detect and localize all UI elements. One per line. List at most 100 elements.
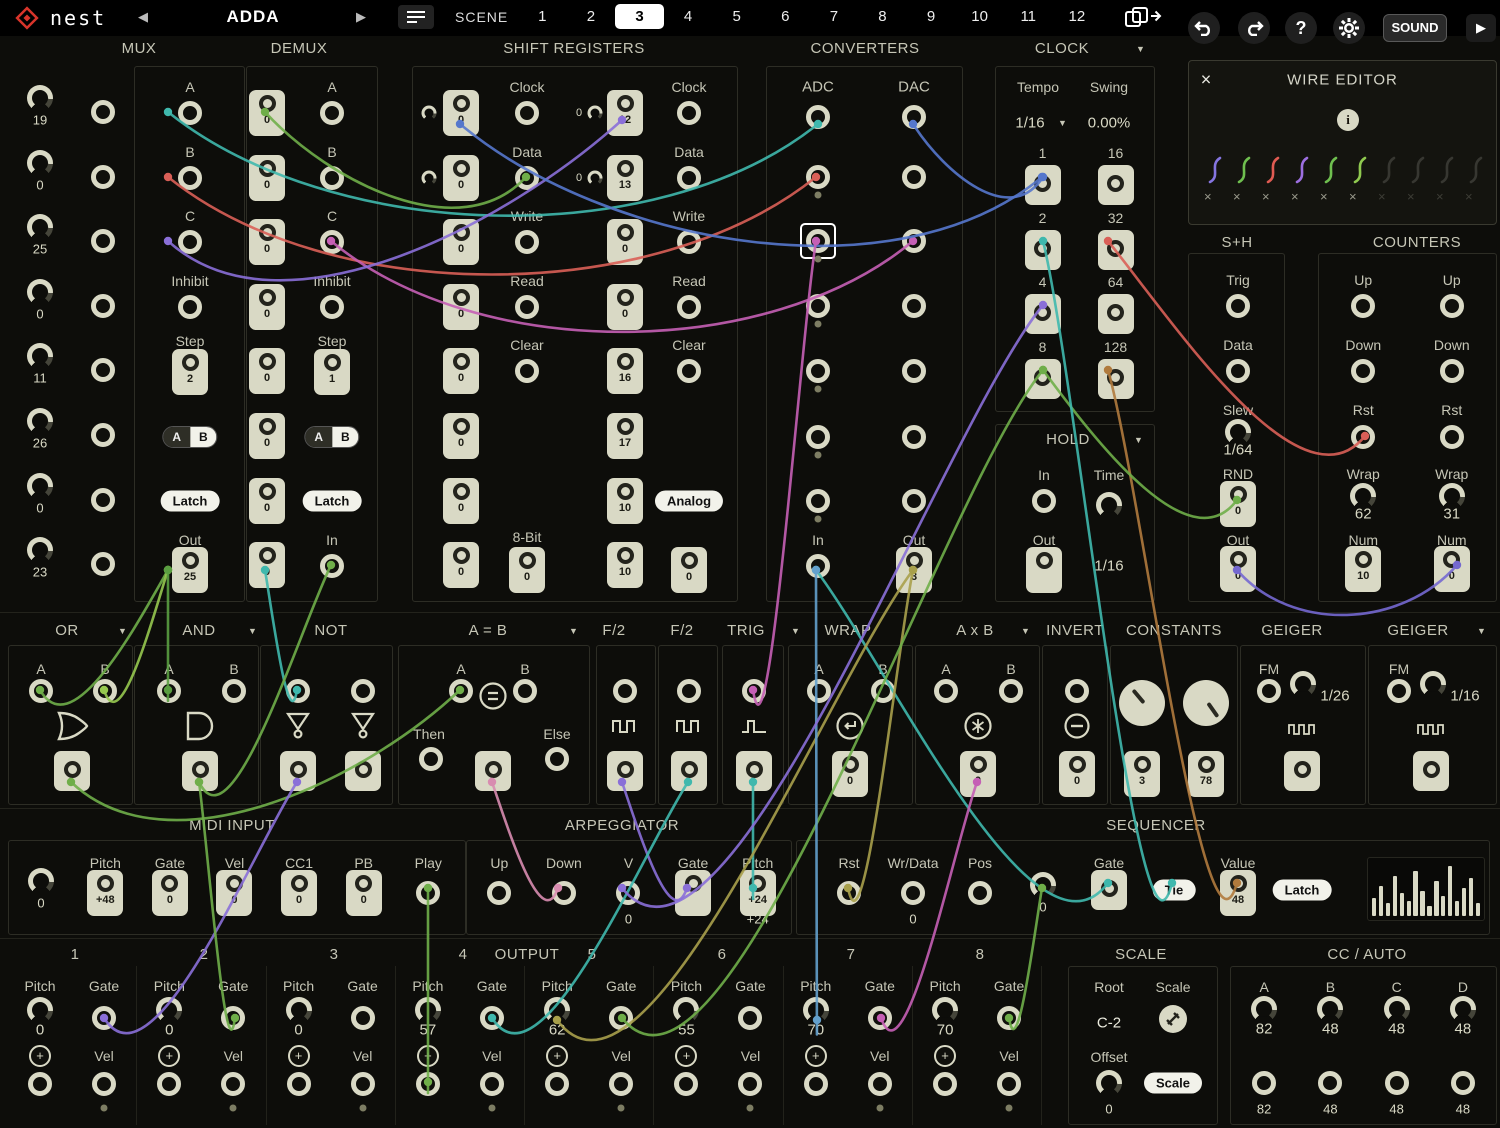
midi-port-jackbox[interactable]: +48 [87, 870, 123, 916]
mux-knob[interactable] [27, 408, 53, 434]
channel-gate-jack[interactable] [221, 1006, 245, 1030]
demux-ab-a[interactable]: A [305, 427, 332, 447]
dac-bit-jack[interactable] [902, 359, 926, 383]
wrap-out-jack[interactable] [842, 756, 859, 773]
mux-knob[interactable] [27, 537, 53, 563]
shift1-port-jack[interactable] [515, 295, 539, 319]
seq-value-jackbox[interactable]: 48 [1220, 870, 1256, 916]
shift1-cell-jackbox[interactable]: 0 [443, 348, 479, 394]
constant2-jack[interactable] [1198, 756, 1215, 773]
shift1-cell-jack[interactable] [453, 547, 470, 564]
demux-ab-b[interactable]: B [332, 427, 359, 447]
adc-in-jack[interactable] [806, 554, 830, 578]
scene-number[interactable]: 9 [907, 4, 956, 29]
channel-pitch-out-jack[interactable] [545, 1072, 569, 1096]
clock-division-jack[interactable] [1107, 240, 1124, 257]
shift2-cell-jack[interactable] [617, 353, 634, 370]
hold-out-jackbox[interactable] [1026, 547, 1062, 593]
wire-style-button[interactable]: × [1346, 153, 1375, 215]
channel-pitch-knob[interactable] [673, 997, 699, 1023]
channel-vel-jack[interactable] [738, 1072, 762, 1096]
trig-out-jackbox[interactable] [736, 751, 772, 791]
or-a-jack[interactable] [29, 679, 53, 703]
channel-vel-jack[interactable] [480, 1072, 504, 1096]
shift2-cell-jack[interactable] [617, 418, 634, 435]
clock-division-jackbox[interactable] [1098, 165, 1134, 205]
demux-output-jackbox[interactable]: 0 [249, 155, 285, 201]
and-dropdown-caret[interactable]: ▼ [248, 626, 257, 636]
shift2-port-jack[interactable] [677, 166, 701, 190]
shift2-out-jack[interactable] [681, 552, 698, 569]
shift1-cell-jackbox[interactable]: 0 [443, 542, 479, 588]
cc-channel-jack[interactable] [1451, 1071, 1475, 1095]
sh-rnd-jack[interactable] [1230, 486, 1247, 503]
demux-output-jackbox[interactable]: 0 [249, 90, 285, 136]
shift2-cell-jackbox[interactable]: 0 [607, 219, 643, 265]
step-bar[interactable] [1462, 888, 1466, 916]
f2a-in-jack[interactable] [613, 679, 637, 703]
shift1-cell-jack[interactable] [453, 95, 470, 112]
shift2-cell-jackbox[interactable]: 13 [607, 155, 643, 201]
midi-port-jackbox[interactable]: 0 [216, 870, 252, 916]
shift2-port-jack[interactable] [677, 359, 701, 383]
dac-out-jackbox[interactable]: 3 [896, 547, 932, 593]
not1-out-jack[interactable] [290, 761, 307, 778]
demux-output-jackbox[interactable]: 0 [249, 542, 285, 588]
step-bar[interactable] [1393, 876, 1397, 916]
shift2-cell-jackbox[interactable]: 16 [607, 348, 643, 394]
mux-step-jackbox[interactable]: 2 [172, 349, 208, 395]
f2b-out-jack[interactable] [681, 761, 698, 778]
demux-output-jack[interactable] [259, 95, 276, 112]
channel-pitch-knob[interactable] [932, 997, 958, 1023]
axb-b-jack[interactable] [999, 679, 1023, 703]
step-bar[interactable] [1420, 891, 1424, 916]
clock-division-jack[interactable] [1034, 304, 1051, 321]
mux-input-jack[interactable] [178, 166, 202, 190]
arp-port-box-jack[interactable] [685, 875, 702, 892]
arp-port-jack[interactable] [552, 881, 576, 905]
trig-in-jack[interactable] [742, 679, 766, 703]
constant1-knob[interactable] [1119, 680, 1165, 726]
wire-style-button[interactable]: × [1259, 153, 1288, 215]
sh-out-jack[interactable] [1230, 551, 1247, 568]
invert-out-jackbox[interactable]: 0 [1059, 751, 1095, 797]
scene-number[interactable]: 3 [615, 4, 664, 29]
cc-channel-knob[interactable] [1251, 996, 1277, 1022]
clock-division-jackbox[interactable] [1098, 230, 1134, 270]
step-bar[interactable] [1413, 871, 1417, 916]
shift2-port-jack[interactable] [677, 230, 701, 254]
clock-division-jackbox[interactable] [1025, 359, 1061, 399]
shift1-cell-jack[interactable] [453, 224, 470, 241]
adc-bit-jack[interactable] [806, 229, 830, 253]
mux-ab-toggle[interactable]: A B [162, 426, 217, 448]
cc-channel-jack[interactable] [1252, 1071, 1276, 1095]
seq-knob[interactable] [1030, 872, 1056, 898]
shift2-cell-jackbox[interactable]: 0 [607, 284, 643, 330]
axb-dropdown-caret[interactable]: ▼ [1021, 626, 1030, 636]
arp-port-jack[interactable] [616, 881, 640, 905]
shift1-out-jackbox[interactable]: 0 [509, 547, 545, 593]
shift2-port-jack[interactable] [677, 101, 701, 125]
geiger2-out-jack[interactable] [1423, 761, 1440, 778]
shift1-cell-jackbox[interactable]: 0 [443, 90, 479, 136]
or-out-jackbox[interactable] [54, 751, 90, 791]
clock-rate-caret[interactable]: ▼ [1058, 118, 1067, 128]
channel-vel-jack[interactable] [609, 1072, 633, 1096]
seq-gate-jackbox[interactable] [1091, 870, 1127, 910]
wire-style-button[interactable]: × [1230, 153, 1259, 215]
step-bar[interactable] [1455, 901, 1459, 916]
wire-style-button[interactable]: × [1462, 153, 1491, 215]
seq-gate-jack[interactable] [1101, 880, 1118, 897]
channel-pitch-knob[interactable] [286, 997, 312, 1023]
geiger1-rate-knob[interactable] [1290, 671, 1316, 697]
scene-number[interactable]: 10 [955, 4, 1004, 29]
delete-wire-icon[interactable]: × [1378, 189, 1386, 204]
channel-pitch-out-jack[interactable] [804, 1072, 828, 1096]
geiger2-out-jackbox[interactable] [1413, 751, 1449, 791]
demux-output-jack[interactable] [259, 418, 276, 435]
clock-division-jack[interactable] [1107, 304, 1124, 321]
mux-knob-jack[interactable] [91, 423, 115, 447]
patch-next-icon[interactable]: ▶ [356, 9, 366, 25]
swing-value[interactable]: 0.00% [1088, 115, 1131, 132]
constant1-jackbox[interactable]: 3 [1124, 751, 1160, 797]
